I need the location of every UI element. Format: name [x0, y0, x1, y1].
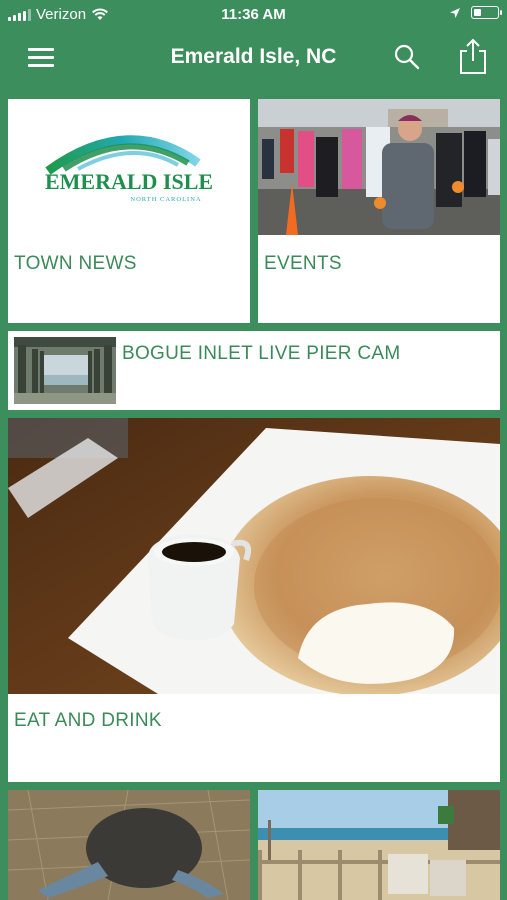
nav-bar: Emerald Isle, NC: [0, 30, 507, 86]
tile-beach[interactable]: [258, 790, 500, 900]
status-bar: Verizon 11:36 AM: [0, 0, 507, 30]
logo-tagline: NORTH CAROLINA: [130, 196, 201, 203]
emerald-isle-logo: EMERALD ISLE NORTH CAROLINA: [45, 135, 213, 203]
location-arrow-icon: [450, 7, 460, 18]
eat-and-drink-photo: [8, 418, 500, 694]
share-icon[interactable]: [458, 38, 488, 74]
tile-turtle[interactable]: [8, 790, 250, 900]
logo-text: EMERALD ISLE: [45, 169, 213, 194]
tile-label-eat-and-drink: EAT AND DRINK: [14, 710, 162, 731]
search-icon[interactable]: [393, 43, 421, 71]
events-photo: [258, 99, 500, 235]
tile-pier-cam[interactable]: BOGUE INLET LIVE PIER CAM: [8, 331, 500, 410]
tile-label-events: EVENTS: [264, 253, 342, 274]
status-time: 11:36 AM: [221, 6, 286, 23]
beach-photo: [258, 790, 500, 900]
tile-events[interactable]: EVENTS: [258, 99, 500, 323]
status-right: [449, 6, 502, 19]
pier-cam-thumbnail: [14, 337, 116, 404]
tile-eat-and-drink[interactable]: EAT AND DRINK: [8, 418, 500, 782]
battery-icon: [471, 6, 502, 19]
tile-town-news[interactable]: EMERALD ISLE NORTH CAROLINA TOWN NEWS: [8, 99, 250, 323]
turtle-photo: [8, 790, 250, 900]
tile-label-town-news: TOWN NEWS: [14, 253, 137, 274]
page-title: Emerald Isle, NC: [170, 45, 337, 68]
tile-label-pier-cam: BOGUE INLET LIVE PIER CAM: [122, 343, 401, 364]
